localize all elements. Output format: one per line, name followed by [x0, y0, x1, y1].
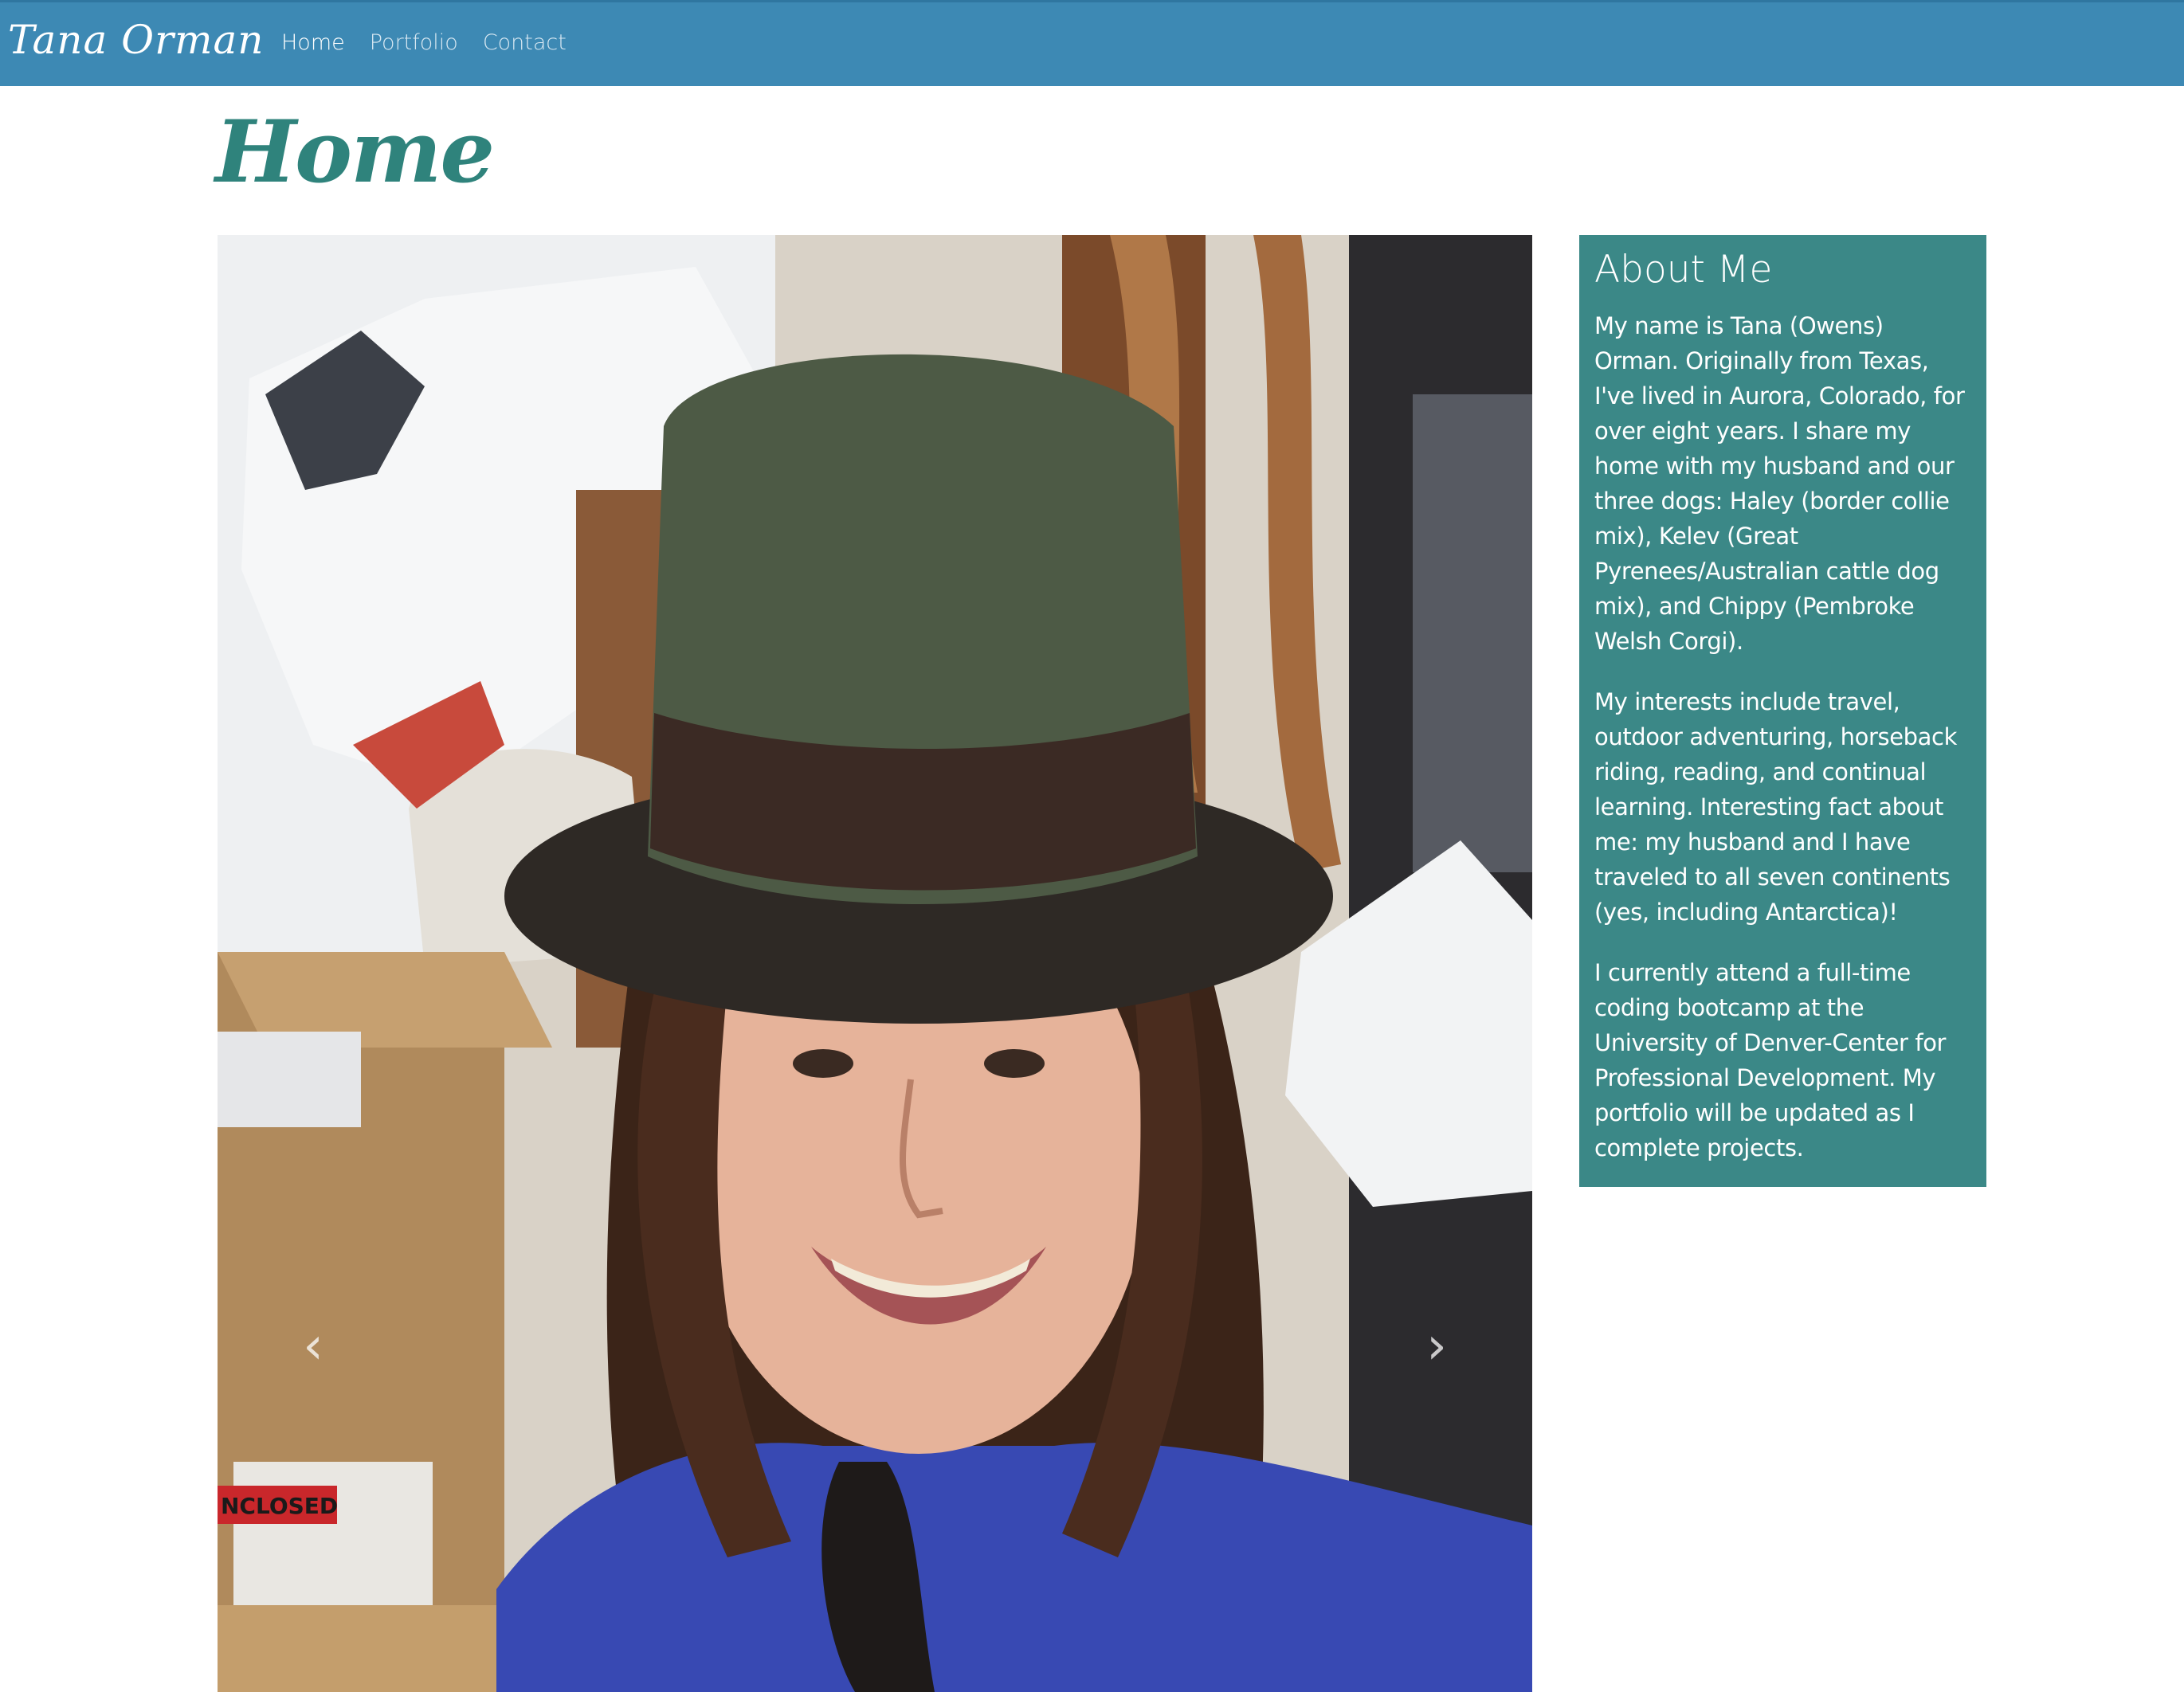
photo-carousel[interactable]: NCLOSED ‹ › [218, 235, 1532, 1692]
about-paragraph: My interests include travel, outdoor adv… [1594, 688, 1957, 926]
about-paragraph: My name is Tana (Owens) Orman. Originall… [1594, 312, 1965, 656]
nav-links: Home Portfolio Contact [281, 30, 591, 55]
about-me-heading: About Me [1594, 248, 1773, 292]
nav-link-home[interactable]: Home [281, 30, 345, 55]
nav-link-contact[interactable]: Contact [483, 30, 567, 55]
carousel-prev-button[interactable]: ‹ [281, 1302, 345, 1390]
profile-photo: NCLOSED [218, 235, 1532, 1692]
chevron-left-icon: ‹ [303, 1317, 323, 1376]
chevron-right-icon: › [1426, 1317, 1447, 1376]
carousel-next-button[interactable]: › [1405, 1302, 1468, 1390]
brand-logo-link[interactable]: Tana Orman [8, 17, 265, 63]
nav-link-portfolio[interactable]: Portfolio [370, 30, 458, 55]
about-me-panel: About Me My name is Tana (Owens) Orman. … [1579, 235, 1986, 1187]
page-title: Home [215, 102, 495, 202]
navbar: Tana Orman Home Portfolio Contact [0, 0, 2184, 86]
about-paragraph: I currently attend a full-time coding bo… [1594, 959, 1947, 1162]
box-label-text: NCLOSED [221, 1493, 338, 1519]
